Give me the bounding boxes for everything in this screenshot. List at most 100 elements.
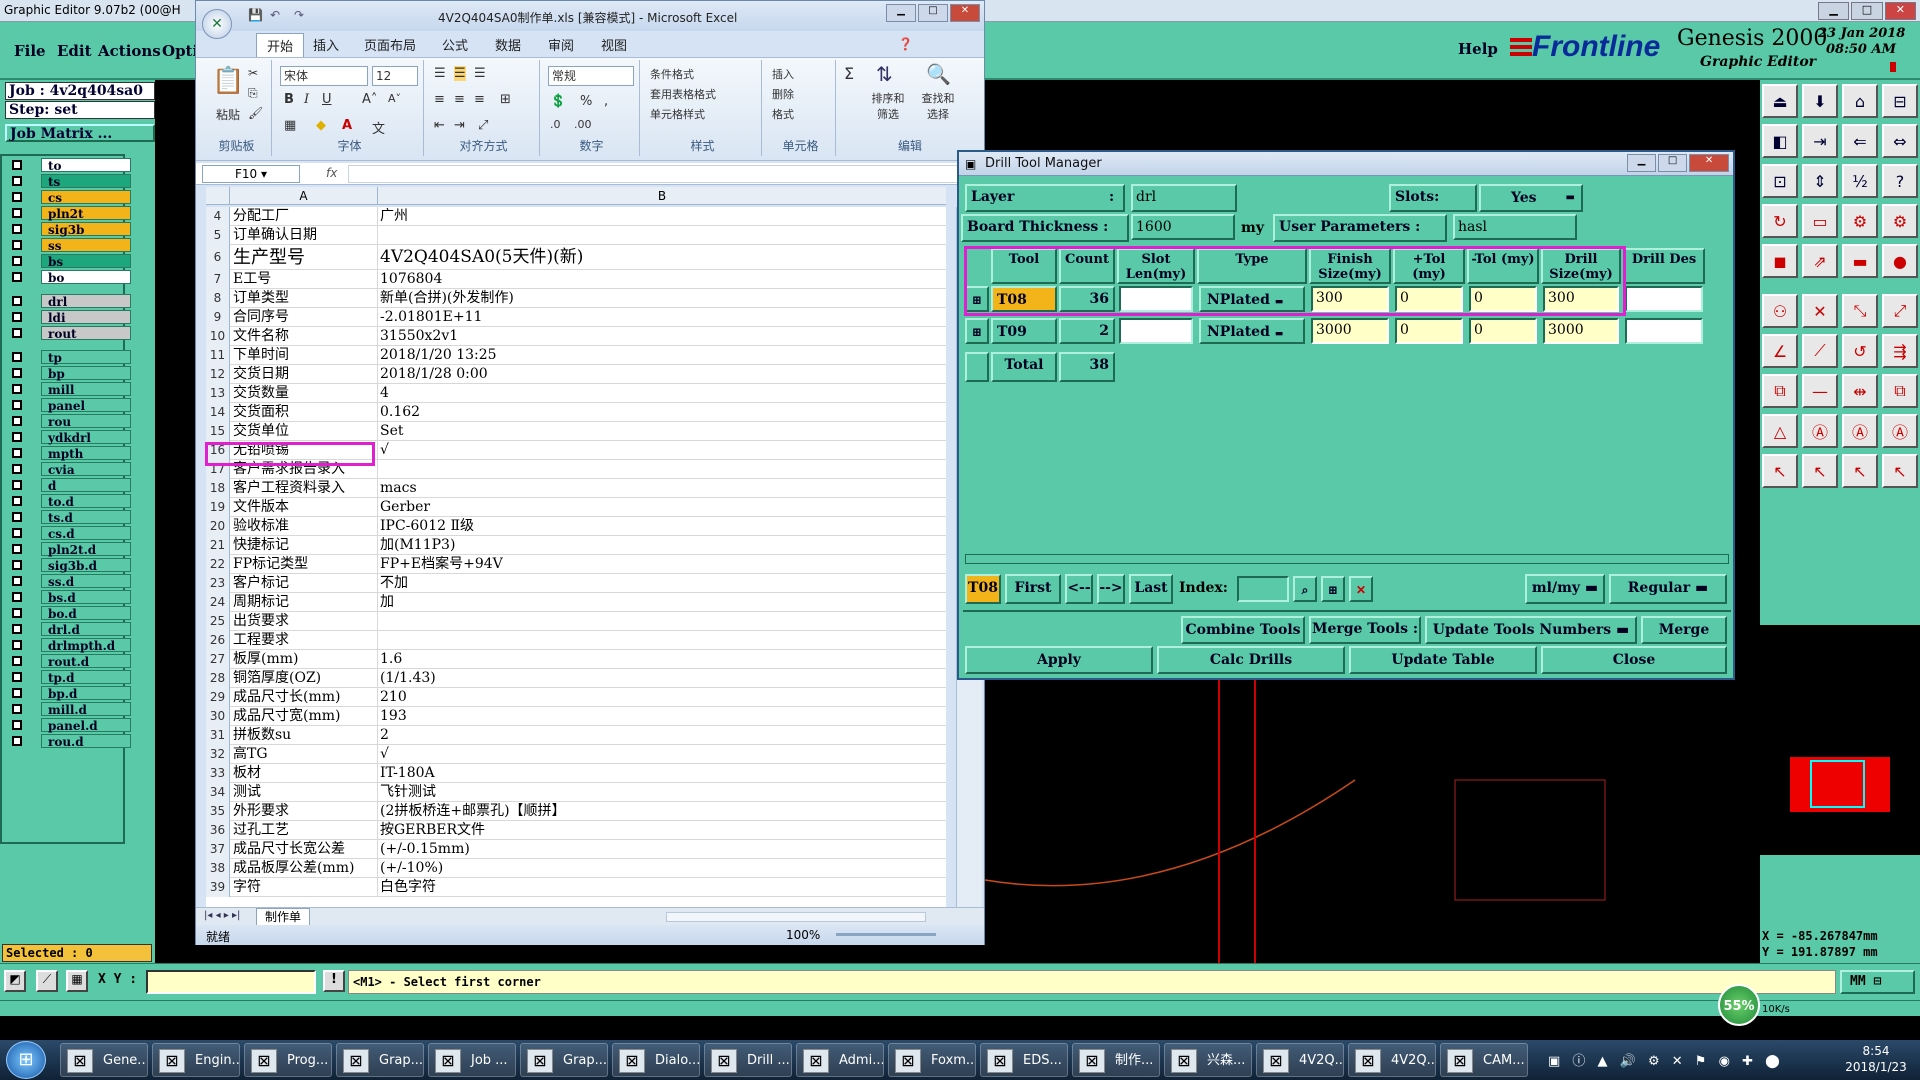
layer-row-tp.d[interactable]: tp.d	[8, 670, 131, 685]
sheet-nav-icons[interactable]: |◂ ◂ ▸ ▸|	[204, 910, 240, 921]
prev-button[interactable]: <--	[1065, 574, 1093, 604]
row-number[interactable]: 20	[206, 517, 230, 536]
tool-button-icon-1[interactable]: ⏏	[1762, 84, 1798, 118]
first-button[interactable]: First	[1005, 574, 1061, 604]
row-number[interactable]: 19	[206, 498, 230, 517]
sheet-tab[interactable]: 制作单	[256, 908, 311, 926]
cell-b[interactable]: 2018/1/20 13:25	[378, 346, 938, 365]
cell-a[interactable]: E工号	[230, 270, 378, 289]
cell-b[interactable]: 新单(合拼)(外发制作)	[378, 289, 938, 308]
format-as-table-button[interactable]: 套用表格格式	[650, 86, 716, 102]
layer-row-bo[interactable]: bo	[8, 270, 131, 285]
tool-button-icon-36[interactable]: Ⓐ	[1882, 414, 1918, 448]
row-number[interactable]: 9	[206, 308, 230, 327]
tool-button-icon-9[interactable]: ⊡	[1762, 164, 1798, 198]
font-size-select[interactable]: 12	[372, 66, 418, 86]
row-number[interactable]: 15	[206, 422, 230, 441]
layer-row-rou.d[interactable]: rou.d	[8, 734, 131, 749]
job-matrix-button[interactable]: Job Matrix ...	[5, 124, 155, 142]
cell-b[interactable]: √	[378, 745, 938, 764]
update-tool-numbers-dropdown[interactable]: Update Tools Numbers ▬	[1425, 616, 1637, 644]
paste-icon[interactable]: 📋	[212, 66, 244, 96]
tool-button-icon-4[interactable]: ⊟	[1882, 84, 1918, 118]
layer-checkbox[interactable]	[12, 240, 22, 250]
row-number[interactable]: 11	[206, 346, 230, 365]
cell-a[interactable]: 客户工程资料录入	[230, 479, 378, 498]
cell-a[interactable]: 客户标记	[230, 574, 378, 593]
merge-button[interactable]: Merge	[1641, 616, 1727, 644]
cell-b[interactable]	[378, 460, 938, 479]
merge-center-icon[interactable]: ⊞	[500, 92, 511, 107]
align-left-icon[interactable]: ≡	[434, 92, 445, 107]
number-format-select[interactable]: 常规	[548, 66, 634, 86]
layer-row-cs[interactable]: cs	[8, 190, 131, 205]
tab-page-layout[interactable]: 页面布局	[364, 35, 416, 54]
tool-button-icon-25[interactable]: ∠	[1762, 334, 1798, 368]
insert-cells-button[interactable]: 插入	[772, 66, 794, 82]
cell-b[interactable]: 210	[378, 688, 938, 707]
cell-a[interactable]: 工程要求	[230, 631, 378, 650]
cell-a[interactable]: 外形要求	[230, 802, 378, 821]
layer-checkbox[interactable]	[12, 688, 22, 698]
cell-b[interactable]: 193	[378, 707, 938, 726]
row-number[interactable]: 6	[206, 245, 230, 270]
tool-button-icon-22[interactable]: ✕	[1802, 294, 1838, 328]
layer-checkbox[interactable]	[12, 592, 22, 602]
paste-label[interactable]: 粘贴	[216, 106, 240, 123]
cell-a[interactable]: 交货单位	[230, 422, 378, 441]
tool-button-icon-18[interactable]: ⇗	[1802, 244, 1838, 278]
drill-des-input[interactable]	[1625, 318, 1703, 344]
layer-checkbox[interactable]	[12, 640, 22, 650]
layer-row-panel[interactable]: panel	[8, 398, 131, 413]
cell-a[interactable]: 铜箔厚度(OZ)	[230, 669, 378, 688]
layer-checkbox[interactable]	[12, 384, 22, 394]
row-number[interactable]: 25	[206, 612, 230, 631]
menu-file[interactable]: File	[14, 42, 46, 60]
layer-checkbox[interactable]	[12, 400, 22, 410]
cell-b[interactable]: 2	[378, 726, 938, 745]
tab-review[interactable]: 审阅	[548, 35, 574, 54]
cell-b[interactable]	[378, 226, 938, 245]
tab-view[interactable]: 视图	[601, 35, 627, 54]
taskbar-item[interactable]: ⊠ Gene...	[60, 1043, 148, 1077]
tool-button-icon-27[interactable]: ↺	[1842, 334, 1878, 368]
row-number[interactable]: 33	[206, 764, 230, 783]
cell-a[interactable]: 验收标准	[230, 517, 378, 536]
tool-button-icon-20[interactable]: ●	[1882, 244, 1918, 278]
cell-a[interactable]: 测试	[230, 783, 378, 802]
cut-icon[interactable]: ✂	[248, 66, 258, 80]
plus-tol-input[interactable]: 0	[1395, 318, 1463, 344]
fill-color-icon[interactable]: ◆	[316, 118, 326, 133]
dtm-maximize-icon[interactable]: □	[1658, 154, 1688, 172]
layer-row-ts.d[interactable]: ts.d	[8, 510, 131, 525]
menu-actions[interactable]: Actions	[98, 42, 161, 60]
cell-b[interactable]: 31550x2v1	[378, 327, 938, 346]
sort-filter-button[interactable]: 排序和筛选	[868, 90, 908, 122]
tool-button-icon-8[interactable]: ⇔	[1882, 124, 1918, 158]
row-number[interactable]: 37	[206, 840, 230, 859]
cell-b[interactable]: -2.01801E+11	[378, 308, 938, 327]
tool-button-icon-24[interactable]: ⤢	[1882, 294, 1918, 328]
taskbar-item[interactable]: ⊠ Engin...	[152, 1043, 240, 1077]
cell-a[interactable]: 订单类型	[230, 289, 378, 308]
decrease-decimal-icon[interactable]: .00	[574, 118, 592, 131]
layer-checkbox[interactable]	[12, 608, 22, 618]
layer-checkbox[interactable]	[12, 512, 22, 522]
align-top-icon[interactable]: ☰	[434, 66, 446, 81]
cell-a[interactable]: 文件版本	[230, 498, 378, 517]
taskbar-item[interactable]: ⊠ Foxm...	[888, 1043, 976, 1077]
tool-button-icon-13[interactable]: ↻	[1762, 204, 1798, 238]
layer-checkbox[interactable]	[12, 176, 22, 186]
taskbar-item[interactable]: ⊠ Drill ...	[704, 1043, 792, 1077]
cell-b[interactable]: √	[378, 441, 938, 460]
mini-view[interactable]	[1760, 625, 1920, 855]
taskbar-item[interactable]: ⊠ EDS...	[980, 1043, 1068, 1077]
tool-button-icon-10[interactable]: ⇕	[1802, 164, 1838, 198]
tray-clock[interactable]: 8:54 2018/1/23	[1836, 1043, 1916, 1077]
layer-checkbox[interactable]	[12, 328, 22, 338]
format-painter-icon[interactable]: 🖌	[248, 106, 263, 120]
cell-a[interactable]: 成品尺寸长宽公差	[230, 840, 378, 859]
system-tray-icons[interactable]: ▣ ⓘ ▲ 🔊 ⚙ ✕ ⚑ ◉ ✚ ⬤	[1548, 1050, 1828, 1070]
dtm-minimize-icon[interactable]: ▁	[1627, 154, 1657, 172]
cell-a[interactable]: 下单时间	[230, 346, 378, 365]
